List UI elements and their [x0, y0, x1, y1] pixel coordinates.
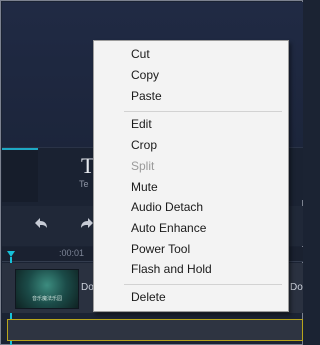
undo-icon[interactable] — [31, 214, 51, 234]
clip-title-next[interactable]: Do — [290, 282, 303, 293]
menu-item-split: Split — [131, 159, 155, 173]
context-menu: Cut Copy Paste Edit Crop Split Mute Audi… — [93, 40, 289, 312]
clip-thumbnail-caption: 音乐魔法乐园 — [31, 296, 62, 302]
menu-item-power-tool[interactable]: Power Tool — [131, 240, 190, 258]
menu-item-mute[interactable]: Mute — [131, 178, 158, 196]
menu-item-crop[interactable]: Crop — [131, 136, 157, 154]
menu-item-audio-detach[interactable]: Audio Detach — [131, 198, 203, 216]
menu-item-edit[interactable]: Edit — [131, 115, 152, 133]
menu-item-copy[interactable]: Copy — [131, 66, 159, 84]
menu-item-auto-enhance[interactable]: Auto Enhance — [131, 219, 206, 237]
menu-item-flash-and-hold[interactable]: Flash and Hold — [131, 260, 212, 278]
clip-title[interactable]: Do — [81, 282, 94, 293]
menu-icon-gutter — [94, 41, 124, 311]
menu-separator — [124, 111, 282, 112]
menu-separator — [124, 284, 282, 285]
tab-selected[interactable] — [2, 148, 38, 202]
menu-item-delete[interactable]: Delete — [131, 288, 166, 306]
tab-subtitle: Te — [79, 179, 89, 189]
menu-item-cut[interactable]: Cut — [131, 45, 150, 63]
ruler-time-label: :00:01 — [59, 248, 85, 258]
clip-thumbnail[interactable]: 音乐魔法乐园 — [15, 269, 79, 309]
menu-item-paste[interactable]: Paste — [131, 87, 162, 105]
selected-audio-track[interactable] — [7, 319, 303, 341]
